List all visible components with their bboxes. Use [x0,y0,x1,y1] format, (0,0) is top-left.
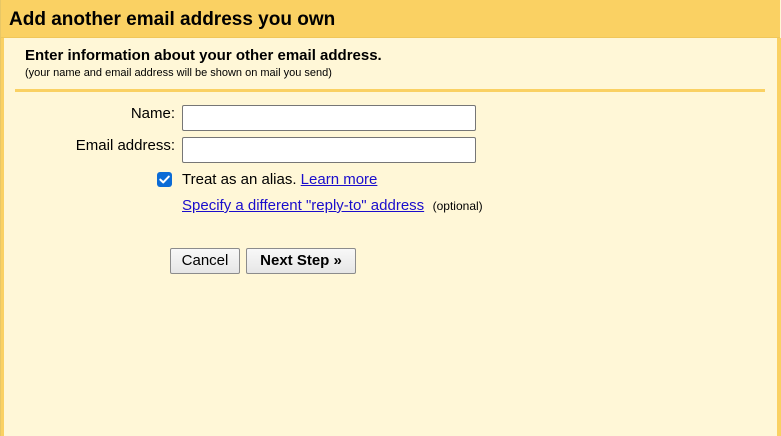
dialog-title-bar: Add another email address you own [1,0,780,38]
checkmark-icon [159,175,170,184]
right-border [777,38,781,436]
reply-to-link[interactable]: Specify a different "reply-to" address [182,197,424,214]
cancel-button[interactable]: Cancel [170,248,240,274]
left-border [1,38,4,436]
next-step-button[interactable]: Next Step » [246,248,356,274]
name-input[interactable] [182,105,476,131]
email-address-label: Email address: [75,137,175,154]
learn-more-link[interactable]: Learn more [301,171,378,188]
alias-label: Treat as an alias. [182,171,297,188]
section-divider [15,89,765,92]
optional-note: (optional) [432,199,483,213]
reply-to-row: Specify a different "reply-to" address (… [182,197,483,215]
add-email-dialog: Add another email address you own Enter … [0,0,781,436]
email-address-input[interactable] [182,137,476,163]
form-heading: Enter information about your other email… [25,47,382,64]
name-label: Name: [130,105,175,122]
alias-row: Treat as an alias. Learn more [182,171,377,189]
dialog-title: Add another email address you own [9,9,336,30]
form-subheading: (your name and email address will be sho… [25,67,332,79]
treat-as-alias-checkbox[interactable] [157,172,172,187]
